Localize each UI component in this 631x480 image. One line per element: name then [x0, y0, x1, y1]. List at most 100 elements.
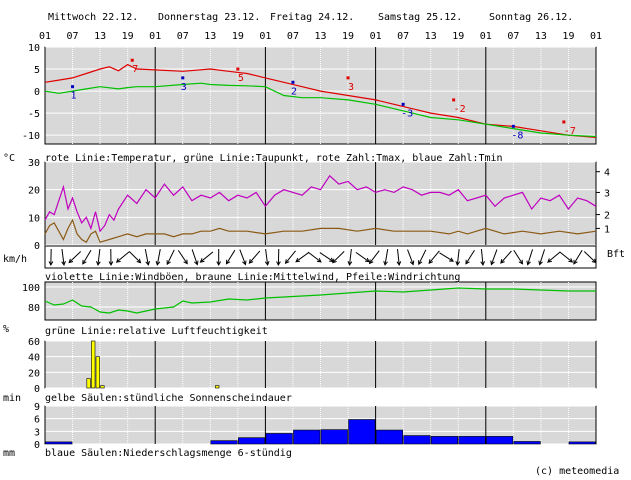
tmax-label: -2 [454, 104, 466, 115]
hour-tick-label: 19 [452, 31, 464, 42]
humidity-unit: % [3, 324, 9, 335]
tmax-marker [130, 58, 134, 62]
precipitation-unit: mm [3, 448, 15, 459]
hour-tick-label: 13 [94, 31, 106, 42]
bar [100, 385, 105, 389]
hour-tick-label: 13 [204, 31, 216, 42]
y-tick-label: 5 [34, 65, 40, 76]
hour-tick-label: 01 [370, 31, 382, 42]
y-tick-label: 10 [28, 213, 40, 224]
precipitation-caption: blaue Säulen:Niederschlagsmenge 6-stündi… [45, 448, 292, 459]
tmax-label: 5 [238, 73, 244, 84]
y-tick-label: 0 [34, 241, 40, 252]
tmax-label: 3 [348, 82, 354, 93]
day-label: Donnerstag 23.12. [158, 12, 260, 23]
bar [95, 356, 100, 389]
hour-tick-label: 19 [232, 31, 244, 42]
y-tick-label: 0 [34, 440, 40, 451]
bar [430, 436, 459, 445]
panel-background [44, 340, 597, 389]
wind-arrow-strip [44, 245, 597, 269]
bft-tick-label: 3 [604, 188, 610, 199]
bar [348, 419, 376, 445]
hour-tick-label: 19 [122, 31, 134, 42]
bar [403, 435, 431, 445]
hour-tick-label: 13 [425, 31, 437, 42]
hour-tick-label: 07 [507, 31, 519, 42]
sunshine-panel: 60 40 20 0 [28, 337, 597, 395]
tmin-label: 3 [181, 82, 187, 93]
bft-tick-label: 4 [604, 168, 610, 179]
hour-tick-label: 19 [342, 31, 354, 42]
wind-panel: 30 20 10 0 4 3 2 1 [28, 158, 610, 269]
bft-tick-label: 2 [604, 211, 610, 222]
bar [293, 429, 321, 445]
tmax-marker [236, 67, 240, 71]
tmin-marker [401, 102, 405, 106]
tmin-marker [291, 80, 295, 84]
hour-tick-label: 01 [39, 31, 51, 42]
y-tick-label: 60 [28, 337, 40, 348]
y-tick-label: 3 [34, 427, 40, 438]
tmin-label: 1 [71, 91, 77, 102]
hour-tick-label: 01 [259, 31, 271, 42]
tmax-label: -7 [564, 126, 576, 137]
bar [320, 429, 348, 445]
humidity-caption: grüne Linie:relative Luftfeuchtigkeit [45, 326, 268, 337]
bar [86, 378, 91, 389]
humidity-panel: 100 80 [22, 281, 597, 321]
tmin-label: -8 [511, 130, 523, 141]
bar [513, 441, 541, 445]
tmax-marker [452, 98, 456, 102]
hour-tick-label: 19 [562, 31, 574, 42]
y-tick-label: 20 [28, 368, 40, 379]
bft-tick-label: 1 [604, 224, 610, 235]
hour-tick-labels: 01 07 13 19 01 07 13 19 01 07 13 19 01 07 13 19 01 07 13 19… [39, 31, 602, 42]
bar [265, 433, 293, 445]
tmin-marker [511, 124, 515, 128]
header: Mittwoch 22.12. Donnerstag 23.12. Freita… [39, 12, 602, 42]
tmin-label: -3 [401, 108, 413, 119]
y-tick-label: 0 [34, 384, 40, 395]
tmin-marker [181, 76, 185, 80]
tmax-marker [346, 76, 350, 80]
hour-tick-label: 01 [149, 31, 161, 42]
y-tick-label: 10 [28, 43, 40, 54]
hour-tick-label: 07 [397, 31, 409, 42]
y-tick-label: 9 [34, 402, 40, 413]
day-label: Mittwoch 22.12. [48, 12, 138, 23]
day-label: Samstag 25.12. [378, 12, 462, 23]
sunshine-caption: gelbe Säulen:stündliche Sonnenscheindaue… [45, 393, 292, 404]
y-tick-label: 20 [28, 186, 40, 197]
sunshine-unit: min [3, 393, 21, 404]
tmax-marker [562, 120, 566, 124]
bar [238, 437, 266, 445]
hour-tick-label: 01 [590, 31, 602, 42]
bar [568, 441, 596, 445]
day-label: Freitag 24.12. [270, 12, 354, 23]
bar [375, 429, 403, 445]
hour-tick-label: 07 [287, 31, 299, 42]
day-label: Sonntag 26.12. [489, 12, 573, 23]
hour-tick-label: 13 [535, 31, 547, 42]
hour-tick-label: 01 [480, 31, 492, 42]
wind-unit: km/h [3, 254, 27, 265]
precipitation-panel: 9 63 0 [34, 402, 597, 451]
meteogram: Mittwoch 22.12. Donnerstag 23.12. Freita… [3, 12, 625, 477]
tmin-marker [71, 85, 75, 89]
y-tick-label: -5 [28, 109, 40, 120]
temperature-caption: rote Linie:Temperatur, grüne Linie:Taupu… [45, 153, 503, 164]
bar [458, 436, 486, 445]
y-tick-label: 0 [34, 87, 40, 98]
bar [210, 440, 238, 445]
bar [45, 441, 73, 445]
tmin-label: 2 [291, 86, 297, 97]
bar [485, 436, 514, 445]
bar [91, 340, 96, 389]
temperature-unit: °C [3, 153, 15, 164]
y-tick-label: 40 [28, 353, 40, 364]
bar [215, 385, 220, 389]
tmax-label: 7 [132, 64, 138, 75]
copyright: (c) meteomedia [535, 466, 619, 477]
y-tick-label: 6 [34, 415, 40, 426]
